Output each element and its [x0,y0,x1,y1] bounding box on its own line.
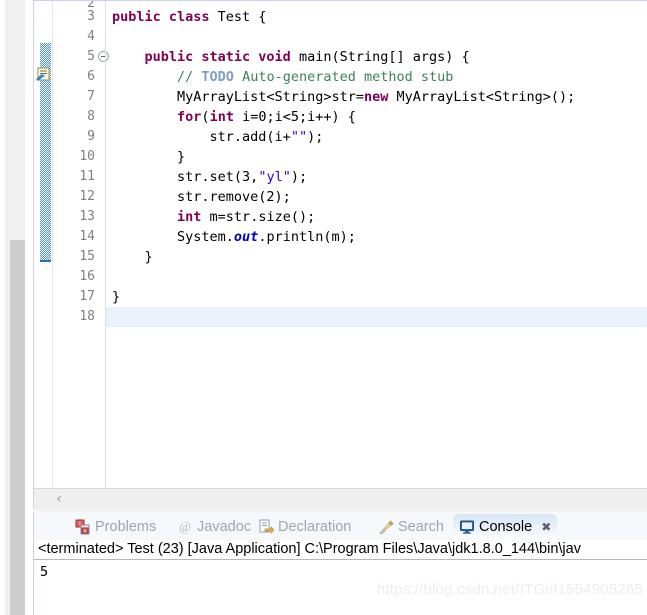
code-token-pln [112,49,145,65]
line-number: 18 [79,309,95,324]
javadoc-icon: @ [177,519,193,535]
code-token-pln: str.set(3, [112,169,259,185]
code-token-pln [112,109,177,125]
tab-label: Declaration [278,519,352,535]
code-line[interactable]: } [106,287,647,307]
code-token-pln: ); [307,129,324,145]
code-line[interactable]: // TODO Auto-generated method stub [106,67,647,87]
watermark-text: https://blog.csdn.net/ITGirl1554905265 [376,581,643,598]
tab-label: Problems [95,519,157,535]
view-tab-bar: ! x Problems @ Javadoc Declaration Search Conso… [34,512,647,540]
code-token-pln: str.add(i+ [112,129,291,145]
line-number: 17 [79,289,95,304]
tab-label: Console [479,519,533,535]
editor-horizontal-scrollbar[interactable]: ‹ [34,488,647,509]
code-token-pln: str.remove(2); [112,189,291,205]
tab-search[interactable]: Search [372,514,450,540]
code-line[interactable] [106,27,647,47]
code-line[interactable]: MyArrayList<String>str=new MyArrayList<S… [106,87,647,107]
line-number: 6 [87,69,95,84]
code-line[interactable]: public class Test { [106,7,647,27]
code-line[interactable]: for(int i=0;i<5;i++) { [106,107,647,127]
code-token-pln: main(String[] args) { [298,49,470,65]
line-number: 9 [87,129,95,144]
code-token-pln: m=str.size(); [201,209,316,225]
code-token-pln: .println(m); [258,229,356,245]
code-token-stat: out [233,229,259,245]
code-token-pln: } [112,149,186,165]
console-view-stack: ! x Problems @ Javadoc Declaration Search Conso… [33,512,647,615]
code-token-pln [112,69,177,85]
code-token-pln: MyArrayList<String>(); [396,89,576,105]
line-number: 10 [79,149,95,164]
code-line[interactable]: } [106,147,647,167]
code-token-pln: } [112,249,153,265]
line-number: 12 [79,189,95,204]
code-line[interactable] [106,267,647,287]
line-number: 3 [87,9,95,24]
code-token-pln: ); [290,169,308,185]
code-line[interactable]: public static void main(String[] args) { [106,47,647,67]
line-number: 11 [79,169,95,184]
code-line[interactable]: str.remove(2); [106,187,647,207]
code-token-cmt: // [177,69,202,85]
line-number: 13 [79,209,95,224]
code-token-pln: i=0;i<5;i++) { [233,109,356,125]
scroll-left-arrow-icon[interactable]: ‹ [52,492,66,506]
line-number: 14 [79,229,95,244]
workbench-vertical-scrollbar-track[interactable] [5,0,30,615]
todo-task-marker-icon[interactable] [35,66,51,82]
line-number: 7 [87,89,95,104]
tab-label: Search [398,519,444,535]
annotation-ruler[interactable] [34,1,53,488]
code-line[interactable]: System.out.println(m); [106,227,647,247]
code-token-pln: System. [112,229,234,245]
code-token-pln: } [112,289,121,305]
declaration-icon [258,519,275,535]
tab-javadoc[interactable]: @ Javadoc [171,514,257,540]
code-line-current[interactable] [106,307,647,327]
code-line[interactable]: str.set(3,"yl"); [106,167,647,187]
code-token-kw: public static void [144,49,299,65]
console-launch-header: <terminated> Test (23) [Java Application… [34,540,647,560]
search-icon [378,519,394,535]
line-number: 4 [87,29,95,44]
tab-declaration[interactable]: Declaration [252,514,357,540]
line-number: 8 [87,109,95,124]
line-number: 16 [79,269,95,284]
code-token-todo: TODO [201,69,234,85]
tab-problems[interactable]: ! x Problems [69,514,162,540]
code-token-kw: public class [112,9,218,25]
code-token-kw: int [209,109,234,125]
tab-label: Javadoc [197,519,252,535]
code-line[interactable]: int m=str.size(); [106,207,647,227]
line-number-ruler: 23456789101112131415161718 [53,1,109,488]
java-source-editor[interactable]: 23456789101112131415161718 public class … [33,0,647,509]
code-token-str: "" [290,129,308,145]
eclipse-ide-window: 23456789101112131415161718 public class … [0,0,647,615]
code-token-kw: int [177,209,202,225]
code-text-area[interactable]: public class Test { public static void m… [106,1,647,488]
tab-console[interactable]: Console ✖ [453,514,558,540]
code-token-kw: for [177,109,202,125]
code-token-pln: Test { [217,9,267,25]
code-token-pln [112,209,177,225]
console-icon [459,519,475,535]
code-token-str: "yl" [258,169,291,185]
code-token-pln: MyArrayList<String>str= [112,89,364,105]
code-token-pln: ( [201,109,210,125]
line-number: 5 [53,47,109,67]
problems-icon: ! x [75,519,91,535]
code-token-cmt: Auto-generated method stub [233,69,454,85]
code-line[interactable]: str.add(i+""); [106,127,647,147]
line-number: 15 [79,249,95,264]
code-line[interactable]: } [106,247,647,267]
editor-left-gap [25,0,33,615]
svg-text:@: @ [179,519,191,534]
close-icon[interactable]: ✖ [541,520,551,534]
code-token-kw: new [363,89,397,105]
